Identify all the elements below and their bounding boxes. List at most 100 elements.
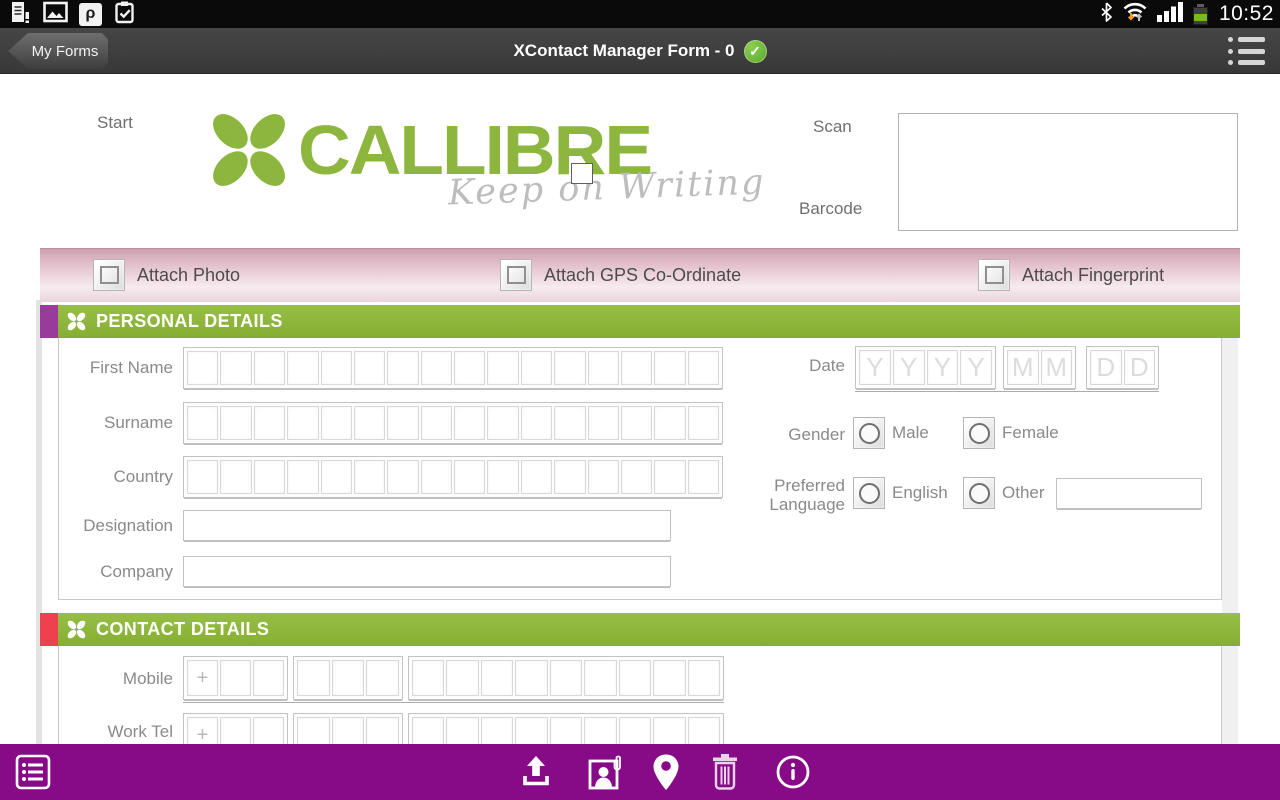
comb-cell[interactable] <box>620 351 653 385</box>
comb-cell[interactable] <box>620 406 653 440</box>
date-year-field[interactable]: Y Y Y Y <box>855 346 996 389</box>
comb-cell[interactable] <box>454 406 486 440</box>
comb-cell[interactable] <box>653 660 686 696</box>
comb-cell[interactable] <box>253 406 286 440</box>
comb-cell[interactable] <box>253 660 284 696</box>
date-day-field[interactable]: D D <box>1086 346 1159 389</box>
first-name-field[interactable] <box>183 347 723 389</box>
comb-cell[interactable] <box>297 660 330 696</box>
list-menu-icon[interactable] <box>1228 37 1266 65</box>
comb-cell[interactable] <box>187 460 219 494</box>
comb-cell[interactable] <box>253 460 286 494</box>
comb-cell[interactable] <box>287 460 319 494</box>
comb-cell[interactable] <box>253 351 286 385</box>
comb-cell[interactable] <box>654 351 686 385</box>
mobile-number-field[interactable] <box>408 656 724 700</box>
comb-cell[interactable] <box>420 406 452 440</box>
comb-cell[interactable] <box>687 660 720 696</box>
plus-cell[interactable]: + <box>187 660 218 696</box>
year-cell[interactable]: Y <box>892 350 925 385</box>
upload-icon[interactable] <box>517 753 555 796</box>
month-cell[interactable]: M <box>1007 350 1039 385</box>
comb-cell[interactable] <box>687 406 719 440</box>
comb-cell[interactable] <box>387 351 419 385</box>
comb-cell[interactable] <box>554 406 586 440</box>
comb-cell[interactable] <box>587 351 619 385</box>
comb-cell[interactable] <box>220 460 252 494</box>
comb-cell[interactable] <box>387 460 419 494</box>
comb-cell[interactable] <box>584 660 617 696</box>
month-cell[interactable]: M <box>1040 350 1072 385</box>
comb-cell[interactable] <box>654 406 686 440</box>
delete-icon[interactable] <box>710 753 740 796</box>
comb-cell[interactable] <box>420 351 452 385</box>
comb-cell[interactable] <box>520 406 553 440</box>
comb-cell[interactable] <box>187 351 219 385</box>
comb-cell[interactable] <box>287 351 319 385</box>
day-cell[interactable]: D <box>1090 350 1122 385</box>
male-radio[interactable] <box>853 417 885 449</box>
attach-photo-checkbox[interactable] <box>93 259 125 291</box>
comb-cell[interactable] <box>366 660 400 696</box>
comb-cell[interactable] <box>480 660 514 696</box>
attach-contact-icon[interactable] <box>585 753 625 798</box>
attach-fingerprint-checkbox[interactable] <box>978 259 1010 291</box>
country-field[interactable] <box>183 456 723 498</box>
location-icon[interactable] <box>651 753 681 798</box>
company-field[interactable] <box>183 556 671 587</box>
scan-barcode-box[interactable] <box>898 113 1238 231</box>
other-radio[interactable] <box>963 477 995 509</box>
comb-cell[interactable] <box>454 351 486 385</box>
comb-cell[interactable] <box>287 406 319 440</box>
comb-cell[interactable] <box>587 460 619 494</box>
comb-cell[interactable] <box>387 406 419 440</box>
comb-cell[interactable] <box>487 351 519 385</box>
comb-cell[interactable] <box>487 406 519 440</box>
comb-cell[interactable] <box>353 406 386 440</box>
year-cell[interactable]: Y <box>859 350 891 385</box>
comb-cell[interactable] <box>549 660 583 696</box>
year-cell[interactable]: Y <box>960 350 992 385</box>
comb-cell[interactable] <box>320 406 352 440</box>
comb-cell[interactable] <box>353 351 386 385</box>
comb-cell[interactable] <box>487 460 519 494</box>
comb-cell[interactable] <box>220 351 252 385</box>
comb-cell[interactable] <box>412 660 445 696</box>
comb-cell[interactable] <box>220 406 252 440</box>
comb-cell[interactable] <box>520 351 553 385</box>
day-cell[interactable]: D <box>1123 350 1155 385</box>
comb-cell[interactable] <box>446 660 479 696</box>
comb-cell[interactable] <box>331 660 365 696</box>
year-cell[interactable]: Y <box>926 350 959 385</box>
forms-list-icon[interactable] <box>14 753 52 796</box>
info-icon[interactable] <box>774 753 812 796</box>
comb-cell[interactable] <box>353 460 386 494</box>
logo-checkbox[interactable] <box>571 163 593 184</box>
female-radio[interactable] <box>963 417 995 449</box>
other-language-field[interactable] <box>1056 478 1202 509</box>
comb-cell[interactable] <box>187 406 219 440</box>
surname-field[interactable] <box>183 402 723 444</box>
comb-cell[interactable] <box>654 460 686 494</box>
attach-gps-checkbox[interactable] <box>500 259 532 291</box>
comb-cell[interactable] <box>420 460 452 494</box>
comb-cell[interactable] <box>320 460 352 494</box>
comb-cell[interactable] <box>620 460 653 494</box>
mobile-area-code-field[interactable] <box>293 656 403 700</box>
mobile-country-code-field[interactable]: + <box>183 656 288 700</box>
comb-cell[interactable] <box>554 351 586 385</box>
comb-cell[interactable] <box>618 660 652 696</box>
comb-cell[interactable] <box>687 351 719 385</box>
comb-cell[interactable] <box>587 406 619 440</box>
date-month-field[interactable]: M M <box>1003 346 1076 389</box>
comb-cell[interactable] <box>220 660 251 696</box>
comb-cell[interactable] <box>687 460 719 494</box>
comb-cell[interactable] <box>554 460 586 494</box>
comb-cell[interactable] <box>454 460 486 494</box>
x-petal-icon <box>65 310 88 333</box>
designation-field[interactable] <box>183 510 671 541</box>
comb-cell[interactable] <box>520 460 553 494</box>
comb-cell[interactable] <box>515 660 548 696</box>
comb-cell[interactable] <box>320 351 352 385</box>
english-radio[interactable] <box>853 477 885 509</box>
